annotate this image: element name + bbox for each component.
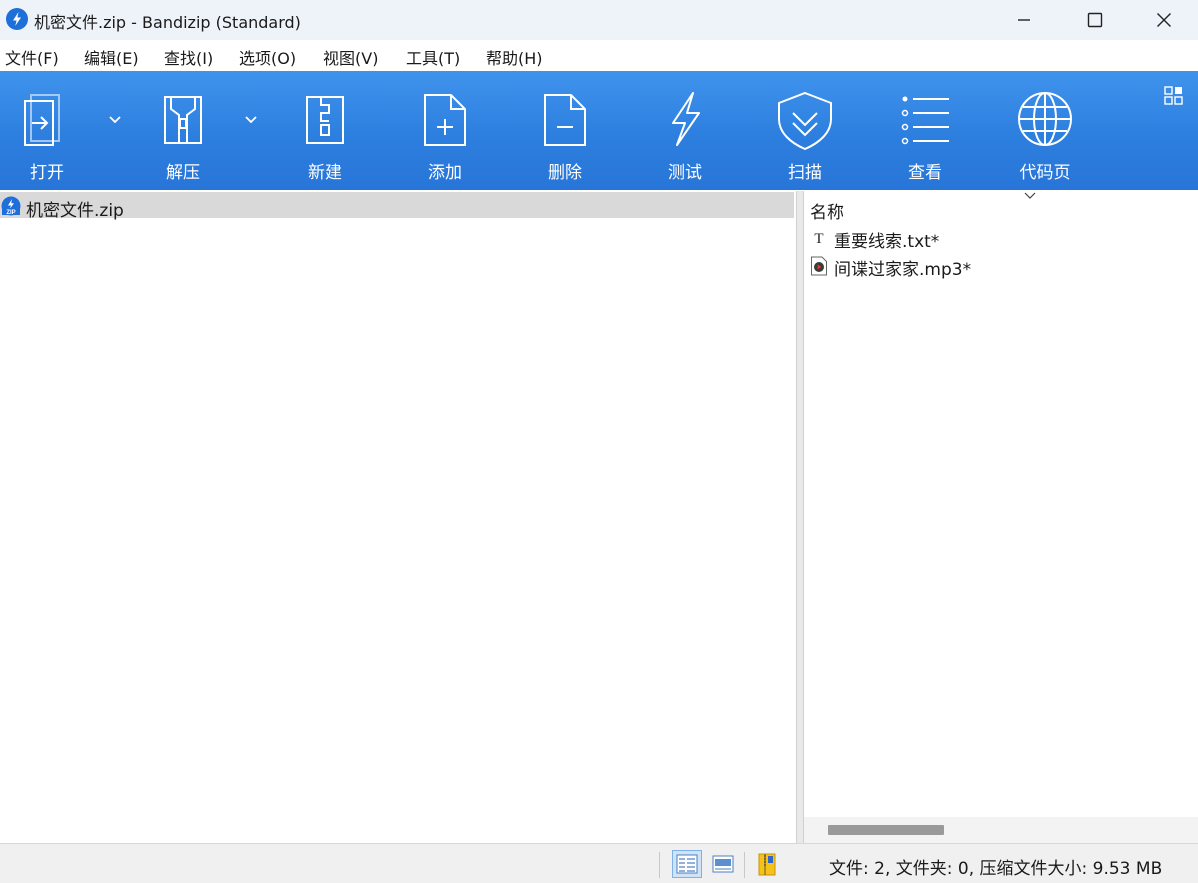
status-separator (659, 852, 660, 878)
scan-label: 扫描 (788, 163, 822, 183)
tree-root-label: 机密文件.zip (26, 201, 124, 221)
open-icon (24, 94, 60, 146)
extract-button[interactable]: 解压 (133, 71, 233, 190)
pane-splitter[interactable] (796, 191, 804, 843)
delete-button[interactable]: 删除 (515, 71, 615, 190)
window-title: 机密文件.zip - Bandizip (Standard) (34, 13, 301, 32)
column-header-name[interactable]: 名称 (810, 198, 844, 223)
title-bar: 机密文件.zip - Bandizip (Standard) (0, 0, 1198, 40)
audio-file-icon (811, 256, 827, 276)
status-bar: 文件: 2, 文件夹: 0, 压缩文件大小: 9.53 MB (0, 843, 1198, 883)
codepage-button[interactable]: 代码页 (995, 71, 1095, 190)
file-row[interactable]: T 重要线索.txt* (804, 224, 1198, 252)
scan-button[interactable]: 扫描 (755, 71, 855, 190)
text-file-icon: T (814, 231, 823, 247)
details-view-button[interactable] (672, 850, 702, 878)
add-label: 添加 (428, 163, 462, 183)
layout-grid-icon[interactable] (1164, 86, 1184, 106)
svg-text:ZIP: ZIP (6, 210, 15, 216)
status-summary: 文件: 2, 文件夹: 0, 压缩文件大小: 9.53 MB (829, 859, 1163, 879)
image-preview-icon (712, 855, 734, 873)
close-button[interactable] (1130, 0, 1198, 40)
test-label: 测试 (668, 163, 702, 183)
minimize-icon (1018, 19, 1030, 21)
sort-chevron-icon (1024, 192, 1036, 199)
svg-text:T: T (814, 231, 823, 247)
archive-folder-button[interactable] (753, 850, 783, 878)
close-icon (1157, 13, 1171, 27)
add-button[interactable]: 添加 (395, 71, 495, 190)
shield-icon (778, 91, 832, 151)
status-separator (744, 852, 745, 878)
menu-bar: 文件(F) 编辑(E) 查找(I) 选项(O) 视图(V) 工具(T) 帮助(H… (0, 40, 1198, 71)
menu-view[interactable]: 视图(V) (323, 45, 378, 69)
preview-view-button[interactable] (708, 850, 738, 878)
menu-tools[interactable]: 工具(T) (406, 45, 460, 69)
details-view-icon (676, 854, 698, 874)
lightning-icon (672, 92, 700, 146)
archive-tree-pane: ZIP 机密文件.zip (0, 191, 796, 843)
open-label: 打开 (30, 163, 64, 183)
new-archive-button[interactable]: 新建 (275, 71, 375, 190)
menu-find[interactable]: 查找(I) (164, 45, 213, 69)
menu-file[interactable]: 文件(F) (5, 45, 59, 69)
tree-item-root[interactable]: ZIP 机密文件.zip (0, 192, 794, 221)
zip-folder-icon (758, 853, 776, 876)
toolbar: 打开 解压 新建 添加 删除 测试 扫描 查看 代码页 (0, 71, 1198, 190)
maximize-icon (1087, 12, 1103, 28)
add-file-icon (424, 94, 466, 146)
bandizip-logo-icon (6, 8, 28, 30)
test-button[interactable]: 测试 (635, 71, 735, 190)
view-button[interactable]: 查看 (875, 71, 975, 190)
new-archive-icon (306, 96, 344, 144)
menu-options[interactable]: 选项(O) (239, 45, 296, 69)
extract-icon (164, 96, 202, 144)
horizontal-scrollbar[interactable] (804, 817, 1198, 843)
file-name: 重要线索.txt* (834, 232, 940, 252)
globe-icon (1018, 92, 1072, 146)
open-button[interactable]: 打开 (0, 71, 97, 190)
menu-edit[interactable]: 编辑(E) (84, 45, 139, 69)
zip-archive-icon: ZIP (1, 196, 21, 216)
codepage-label: 代码页 (1019, 163, 1071, 183)
new-label: 新建 (308, 163, 342, 183)
maximize-button[interactable] (1061, 0, 1129, 40)
file-list-pane: 名称 T 重要线索.txt* 间谍过家家.mp3* (804, 191, 1198, 843)
delete-label: 删除 (548, 163, 582, 183)
extract-label: 解压 (166, 163, 200, 183)
file-row[interactable]: 间谍过家家.mp3* (804, 252, 1198, 280)
scrollbar-thumb[interactable] (828, 825, 944, 835)
extract-dropdown-chevron-icon[interactable] (243, 111, 259, 127)
file-name: 间谍过家家.mp3* (834, 260, 972, 280)
minimize-button[interactable] (990, 0, 1058, 40)
menu-help[interactable]: 帮助(H) (486, 45, 543, 69)
view-label: 查看 (908, 163, 942, 183)
open-dropdown-chevron-icon[interactable] (107, 111, 123, 127)
delete-file-icon (544, 94, 586, 146)
list-icon (901, 96, 949, 145)
